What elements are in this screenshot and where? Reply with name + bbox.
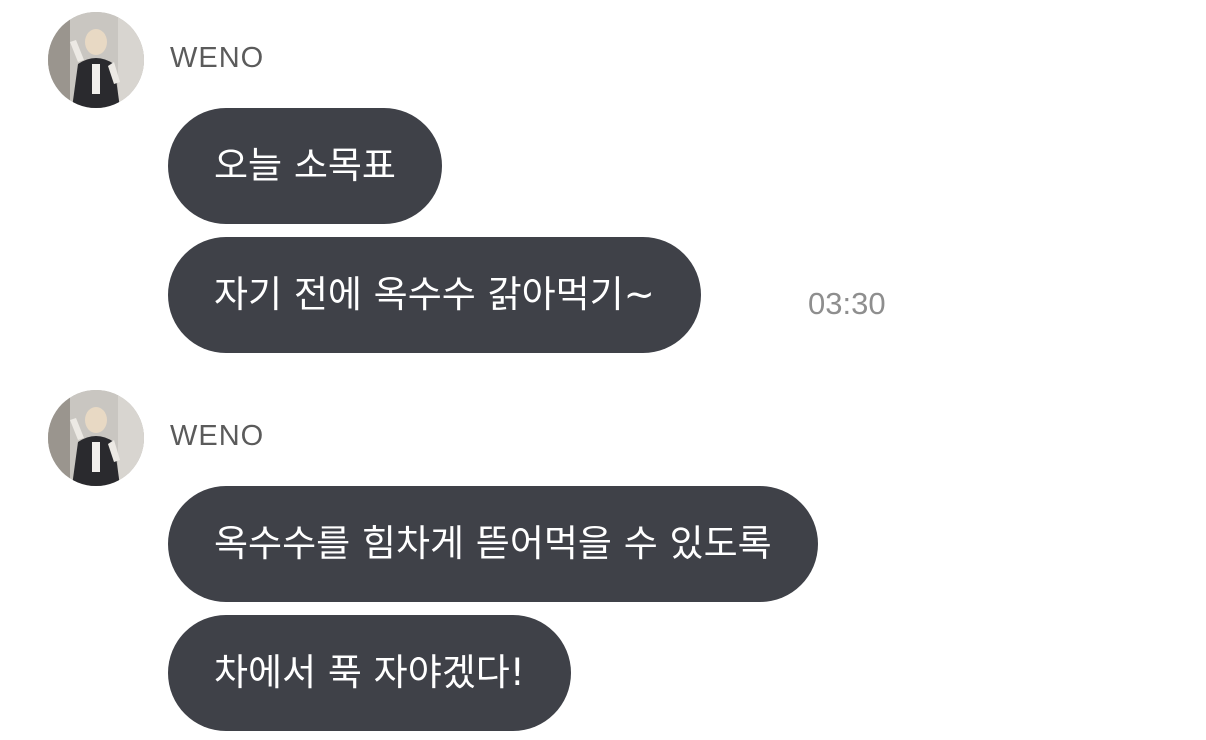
avatar[interactable] [48, 390, 144, 486]
message-bubble[interactable]: 오늘 소목표 [168, 108, 442, 224]
message-timestamp: 03:30 [808, 286, 886, 321]
message-bubble[interactable]: 옥수수를 힘차게 뜯어먹을 수 있도록 [168, 486, 818, 602]
avatar-photo-icon [48, 390, 144, 486]
sender-name: WENO [170, 42, 265, 74]
sender-name: WENO [170, 420, 265, 452]
avatar[interactable] [48, 12, 144, 108]
message-bubble[interactable]: 자기 전에 옥수수 갉아먹기~ [168, 237, 701, 353]
message-bubble[interactable]: 차에서 푹 자야겠다! [168, 615, 571, 731]
avatar-photo-icon [48, 12, 144, 108]
